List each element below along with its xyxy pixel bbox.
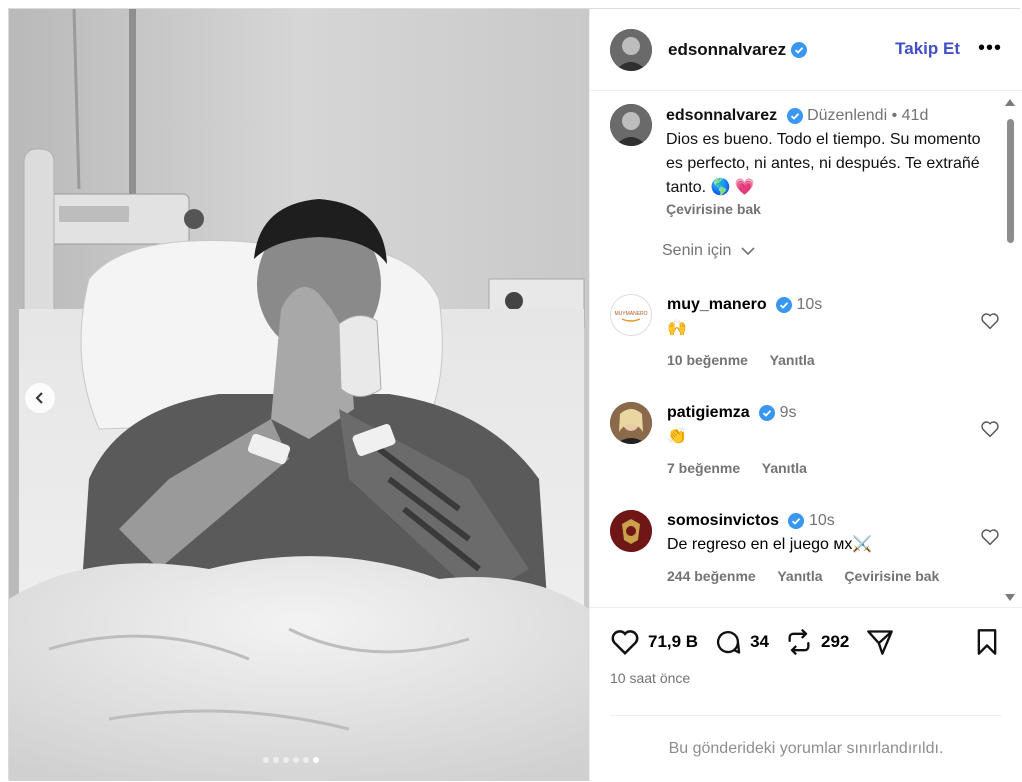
share-button[interactable] [865,628,903,656]
post-actions: 71,9 B 34 292 10 saat önce [590,607,1022,719]
repost-icon [788,629,810,655]
edited-label: Düzenlendi [807,107,888,124]
comment-likes-count[interactable]: 10 beğenme [667,352,748,368]
post-caption: edsonnalvarez Düzenlendi • 41d Dios es b… [610,104,990,218]
post-sidebar: edsonnalvarez Takip Et ••• edsonnalvarez… [589,9,1022,781]
separator: • [891,107,898,124]
see-translation-link[interactable]: Çevirisine bak [666,200,990,218]
commenter-avatar[interactable]: MUYMANERO [610,294,652,336]
caption-author-username[interactable]: edsonnalvarez [666,107,777,124]
comment-sort-dropdown[interactable]: Senin için [662,242,756,260]
verified-badge-icon [776,296,793,313]
heart-icon[interactable] [980,528,1000,546]
comment-item: MUYMANERO muy_manero 10s 🙌 10 beğenme Ya… [610,294,999,368]
heart-icon [611,630,639,656]
comments-scrollbar[interactable] [1005,99,1015,601]
verified-badge-icon [759,404,776,421]
send-icon [867,630,894,655]
author-username[interactable]: edsonnalvarez [668,40,786,60]
comment-item: patigiemza 9s 👏 7 beğenme Yanıtla [610,402,999,476]
reply-button[interactable]: Yanıtla [762,460,807,476]
verified-badge-icon [791,41,808,58]
reply-button[interactable]: Yanıtla [777,568,822,584]
comment-age: 10s [796,296,823,313]
comments-count: 34 [750,632,770,651]
commenter-avatar[interactable] [610,510,652,552]
commenter-username[interactable]: somosinvictos [667,512,779,529]
carousel-prev-button[interactable] [25,383,55,413]
comment-text: De regreso en el juego ᴍx⚔️ [667,536,873,553]
commenter-avatar[interactable] [610,402,652,444]
comment-bubble-icon [717,631,741,654]
comment-likes-count[interactable]: 244 beğenme [667,568,756,584]
chevron-left-icon [35,392,43,404]
caption-text: Dios es bueno. Todo el tiempo. Su moment… [666,131,981,196]
verified-badge-icon [788,512,805,529]
reposts-count: 292 [821,632,850,651]
svg-text:MUYMANERO: MUYMANERO [614,311,647,317]
reply-button[interactable]: Yanıtla [770,352,815,368]
heart-icon[interactable] [980,420,1000,438]
carousel-dot [283,757,289,763]
likes-count: 71,9 B [648,632,699,651]
comment-button[interactable]: 34 [714,628,769,656]
post-modal: edsonnalvarez Takip Et ••• edsonnalvarez… [8,8,1022,781]
carousel-dot [263,757,269,763]
comment-text: 👏 [667,428,687,445]
like-button[interactable]: 71,9 B [610,628,698,656]
scrollbar-thumb[interactable] [1007,119,1014,243]
commenter-username[interactable]: muy_manero [667,296,767,313]
more-options-button[interactable]: ••• [978,37,1002,60]
carousel-indicator [263,757,319,763]
post-header: edsonnalvarez Takip Et ••• [590,9,1022,91]
post-timestamp: 10 saat önce [610,670,691,686]
carousel-dot [273,757,279,763]
comment-likes-count[interactable]: 7 beğenme [667,460,740,476]
heart-icon[interactable] [980,312,1000,330]
carousel-dot [293,757,299,763]
comments-list[interactable]: edsonnalvarez Düzenlendi • 41d Dios es b… [590,92,1022,607]
see-translation-link[interactable]: Çevirisine bak [844,568,939,584]
carousel-dot [313,757,319,763]
hospital-photo-image [9,9,589,781]
post-photo[interactable] [9,9,589,781]
comments-restricted-notice: Bu gönderideki yorumlar sınırlandırıldı. [610,715,1002,781]
bookmark-icon[interactable] [974,628,1000,656]
scroll-up-arrow-icon[interactable] [1005,99,1015,106]
comment-age: 9s [779,404,797,421]
author-avatar[interactable] [610,28,652,71]
commenter-username[interactable]: patigiemza [667,404,750,421]
comment-age: 10s [808,512,835,529]
caption-author-avatar[interactable] [610,104,652,146]
comment-sort-label: Senin için [662,242,732,259]
chevron-down-icon [741,247,755,255]
caption-age: 41d [901,107,929,124]
comment-text: 🙌 [667,320,687,337]
scroll-down-arrow-icon[interactable] [1005,594,1015,601]
follow-button[interactable]: Takip Et [895,39,960,59]
verified-badge-icon [786,107,803,124]
repost-button[interactable]: 292 [785,628,849,656]
comment-item: somosinvictos 10s De regreso en el juego… [610,510,999,584]
carousel-dot [303,757,309,763]
